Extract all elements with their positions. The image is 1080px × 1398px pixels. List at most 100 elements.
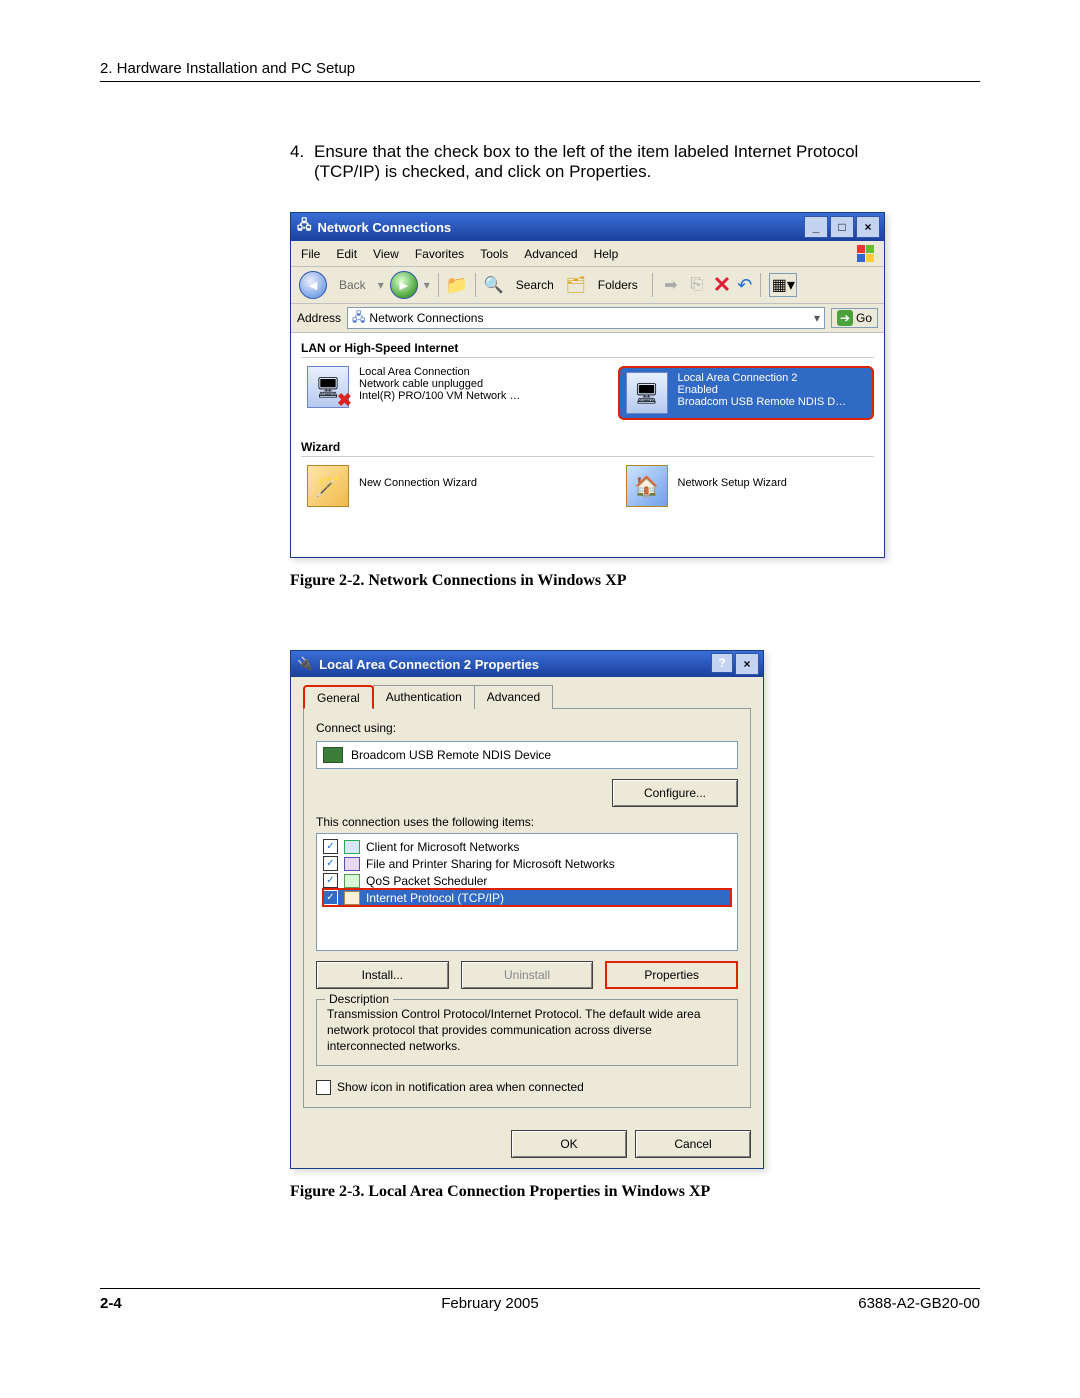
lan-icon: 🖥✖ (307, 366, 349, 408)
step-body: Ensure that the check box to the left of… (314, 142, 920, 182)
forward-button[interactable]: ► (390, 271, 418, 299)
go-arrow-icon: ➔ (837, 310, 853, 326)
close-button[interactable]: × (735, 653, 759, 675)
step-number: 4. (290, 142, 314, 182)
wiz1-label: New Connection Wizard (359, 465, 477, 489)
new-connection-wizard[interactable]: 🪄 New Connection Wizard (307, 465, 556, 507)
tab-panel-general: Connect using: Broadcom USB Remote NDIS … (303, 708, 751, 1108)
checkbox-icon[interactable]: ✓ (323, 856, 338, 871)
items-list[interactable]: ✓ Client for Microsoft Networks ✓ File a… (316, 833, 738, 951)
network-icon: 🖧 (352, 308, 365, 329)
content-pane: LAN or High-Speed Internet 🖥✖ Local Area… (291, 333, 884, 557)
checkbox-icon[interactable]: ✓ (323, 873, 338, 888)
protocol-icon (344, 891, 360, 905)
go-button[interactable]: ➔ Go (831, 308, 878, 328)
item-label: File and Printer Sharing for Microsoft N… (366, 857, 615, 871)
folders-label[interactable]: Folders (592, 276, 644, 294)
page-footer: 2-4 February 2005 6388-A2-GB20-00 (100, 1288, 980, 1312)
menu-help[interactable]: Help (594, 247, 619, 261)
maximize-button[interactable]: □ (830, 216, 854, 238)
category-wizard: Wizard (301, 438, 874, 457)
properties-button[interactable]: Properties (605, 961, 738, 989)
window-title: Network Connections (318, 220, 452, 235)
menu-favorites[interactable]: Favorites (415, 247, 464, 261)
figure-2-2-caption: Figure 2-2. Network Connections in Windo… (290, 572, 980, 590)
uninstall-button: Uninstall (461, 961, 594, 989)
tab-general[interactable]: General (303, 685, 374, 709)
page-number: 2-4 (100, 1295, 122, 1312)
up-icon[interactable]: 📁 (447, 275, 467, 295)
connection-lac1[interactable]: 🖥✖ Local Area Connection Network cable u… (307, 366, 548, 420)
checkbox-icon[interactable]: ✓ (323, 839, 338, 854)
configure-button[interactable]: Configure... (612, 779, 738, 807)
undo-icon[interactable]: ↶ (737, 275, 752, 296)
dialog-buttons: OK Cancel (291, 1120, 763, 1168)
ok-button[interactable]: OK (511, 1130, 627, 1158)
address-label: Address (297, 311, 341, 325)
items-label: This connection uses the following items… (316, 815, 738, 829)
wiz2-label: Network Setup Wizard (678, 465, 787, 489)
lan-icon: 🖥 (626, 372, 668, 414)
menu-bar: File Edit View Favorites Tools Advanced … (291, 241, 884, 267)
titlebar[interactable]: 🖧 Network Connections _ □ × (291, 213, 884, 241)
figure-2-3-caption: Figure 2-3. Local Area Connection Proper… (290, 1183, 980, 1201)
search-label[interactable]: Search (510, 276, 560, 294)
menu-tools[interactable]: Tools (480, 247, 508, 261)
wizard-icon: 🪄 (307, 465, 349, 507)
tab-authentication[interactable]: Authentication (373, 685, 475, 709)
show-icon-label: Show icon in notification area when conn… (337, 1080, 584, 1094)
connection-lac2[interactable]: 🖥 Local Area Connection 2 Enabled Broadc… (618, 366, 875, 420)
checkbox-icon[interactable] (316, 1080, 331, 1095)
device-field: Broadcom USB Remote NDIS Device (316, 741, 738, 769)
item-label: Internet Protocol (TCP/IP) (366, 891, 504, 905)
cancel-button[interactable]: Cancel (635, 1130, 751, 1158)
sharing-icon (344, 857, 360, 871)
go-label: Go (856, 311, 872, 325)
move-icon[interactable]: ➡ (661, 275, 681, 295)
lac2-properties-dialog: 🔌 Local Area Connection 2 Properties ? ×… (290, 650, 764, 1169)
client-icon (344, 840, 360, 854)
adapter-icon (323, 747, 343, 763)
house-icon: 🏠 (626, 465, 668, 507)
properties-icon: 🔌 (297, 656, 313, 672)
list-item[interactable]: ✓ QoS Packet Scheduler (323, 872, 731, 889)
titlebar[interactable]: 🔌 Local Area Connection 2 Properties ? × (291, 651, 763, 677)
step-text: 4. Ensure that the check box to the left… (290, 142, 920, 182)
help-button[interactable]: ? (711, 653, 733, 673)
views-icon[interactable]: ▦▾ (769, 273, 797, 297)
list-item-tcpip[interactable]: ✓ Internet Protocol (TCP/IP) (323, 889, 731, 906)
copy-icon[interactable]: ⎘ (687, 275, 707, 295)
lac1-device: Intel(R) PRO/100 VM Network … (359, 390, 520, 402)
address-field[interactable]: 🖧 Network Connections ▾ (347, 307, 825, 329)
install-button[interactable]: Install... (316, 961, 449, 989)
menu-file[interactable]: File (301, 247, 320, 261)
section-title: 2. Hardware Installation and PC Setup (100, 60, 355, 77)
lac2-device: Broadcom USB Remote NDIS D… (678, 396, 847, 408)
dialog-title: Local Area Connection 2 Properties (319, 657, 539, 672)
windows-logo-icon (857, 245, 874, 262)
list-item[interactable]: ✓ Client for Microsoft Networks (323, 838, 731, 855)
search-icon[interactable]: 🔍 (484, 275, 504, 295)
show-icon-row[interactable]: Show icon in notification area when conn… (316, 1080, 738, 1095)
menu-advanced[interactable]: Advanced (524, 247, 577, 261)
folders-icon[interactable]: 🗂 (566, 275, 586, 295)
minimize-button[interactable]: _ (804, 216, 828, 238)
menu-edit[interactable]: Edit (336, 247, 357, 261)
delete-icon[interactable]: ✕ (713, 272, 731, 298)
qos-icon (344, 874, 360, 888)
tab-advanced[interactable]: Advanced (474, 685, 553, 709)
description-group: Description Transmission Control Protoco… (316, 999, 738, 1066)
connect-using-label: Connect using: (316, 721, 738, 735)
dropdown-icon[interactable]: ▾ (814, 311, 820, 325)
menu-view[interactable]: View (373, 247, 399, 261)
list-item[interactable]: ✓ File and Printer Sharing for Microsoft… (323, 855, 731, 872)
toolbar: ◄ Back ▾ ► ▾ 📁 🔍 Search 🗂 Folders ➡ ⎘ ✕ … (291, 267, 884, 304)
footer-docnum: 6388-A2-GB20-00 (858, 1295, 980, 1312)
back-label[interactable]: Back (333, 276, 372, 294)
back-button[interactable]: ◄ (299, 271, 327, 299)
close-button[interactable]: × (856, 216, 880, 238)
lac1-status: Network cable unplugged (359, 378, 520, 390)
checkbox-icon[interactable]: ✓ (323, 890, 338, 905)
network-setup-wizard[interactable]: 🏠 Network Setup Wizard (626, 465, 875, 507)
item-label: Client for Microsoft Networks (366, 840, 519, 854)
